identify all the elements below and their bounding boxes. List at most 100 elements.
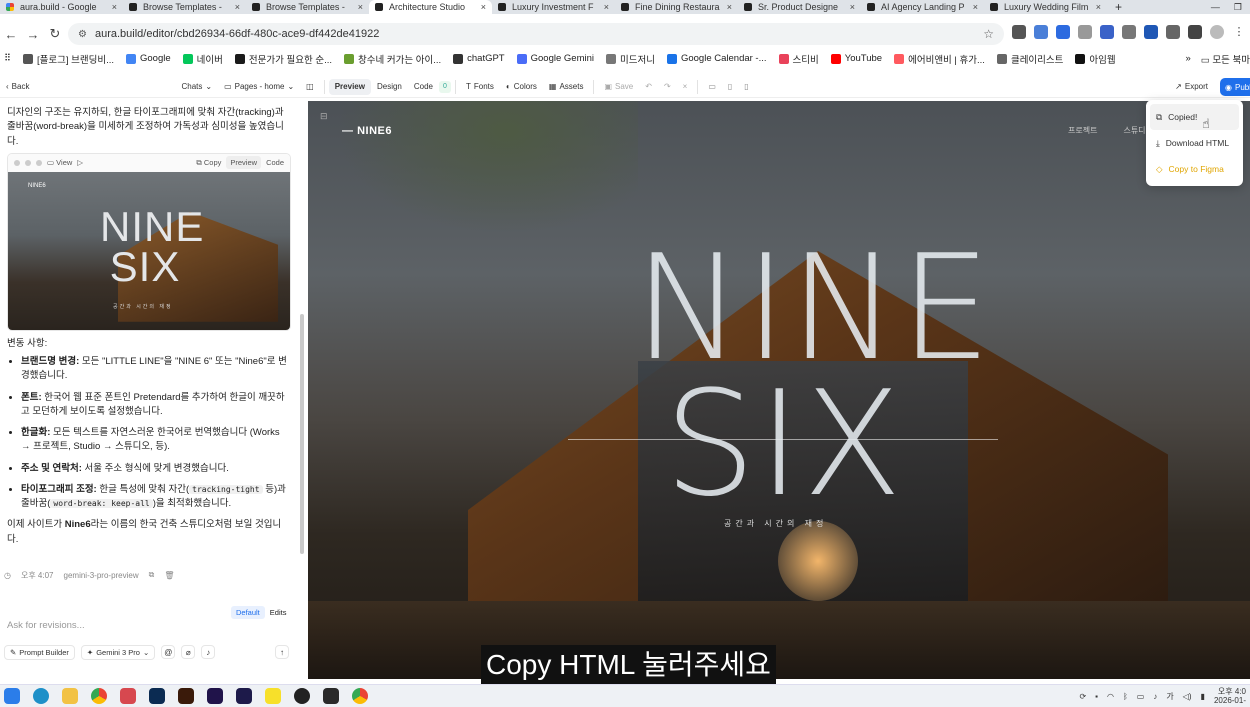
panel-toggle-icon[interactable]: ⊟ bbox=[320, 111, 328, 122]
close-tab-icon[interactable]: × bbox=[1096, 2, 1101, 12]
close-tab-icon[interactable]: × bbox=[481, 2, 486, 12]
model-select[interactable]: ✦ Gemini 3 Pro ⌄ bbox=[80, 644, 156, 660]
close-tab-icon[interactable]: × bbox=[604, 2, 609, 12]
wifi-icon[interactable]: ◠ bbox=[1107, 692, 1114, 701]
app-icon[interactable] bbox=[120, 688, 136, 704]
file-explorer-icon[interactable] bbox=[62, 688, 78, 704]
bookmark-item[interactable]: 미드저니 bbox=[606, 52, 655, 66]
bookmark-item[interactable]: Google Calendar -... bbox=[666, 53, 767, 64]
fonts-button[interactable]: T Fonts bbox=[460, 79, 500, 95]
prompt-builder-button[interactable]: ✎ Prompt Builder bbox=[4, 644, 75, 660]
scrollbar-thumb[interactable] bbox=[300, 314, 304, 554]
extension-icon[interactable] bbox=[1100, 25, 1114, 39]
chat-scrollbar[interactable] bbox=[299, 103, 305, 603]
sync-icon[interactable]: ⟳ bbox=[1079, 692, 1086, 701]
address-bar[interactable]: ⚙ aura.build/editor/cbd26934-66df-480c-a… bbox=[68, 23, 1004, 45]
chats-dropdown[interactable]: Chats ⌄ bbox=[175, 79, 218, 95]
bookmark-item[interactable]: 스티비 bbox=[778, 52, 819, 66]
tablet-view-icon[interactable]: ▯ bbox=[722, 79, 738, 95]
browser-tab[interactable]: Sr. Product Designe × bbox=[738, 0, 861, 14]
network-icon[interactable]: ▭ bbox=[1137, 692, 1145, 701]
bookmark-item[interactable]: [플로그] 브랜딩비... bbox=[22, 52, 114, 66]
more-menu-icon[interactable]: ⋮ bbox=[1232, 25, 1246, 39]
volume-icon[interactable]: ◁) bbox=[1183, 692, 1192, 701]
capcut-icon[interactable] bbox=[323, 688, 339, 704]
close-icon[interactable]: × bbox=[677, 79, 694, 95]
nvidia-icon[interactable]: ▪ bbox=[1095, 692, 1098, 701]
bookmark-item[interactable]: 클레이리스트 bbox=[996, 52, 1063, 66]
bookmark-item[interactable]: 창수네 커가는 아이... bbox=[344, 52, 441, 66]
bookmark-item[interactable]: 아임웹 bbox=[1075, 52, 1116, 66]
reload-icon[interactable]: ↻ bbox=[44, 26, 66, 42]
export-button[interactable]: ↗ Export bbox=[1169, 79, 1214, 95]
save-button[interactable]: ▣ Save bbox=[598, 79, 639, 95]
nav-link-studio[interactable]: 스튜디 bbox=[1123, 125, 1145, 136]
minimize-icon[interactable]: — bbox=[1211, 0, 1220, 14]
site-preview[interactable]: ⊟ — NINE6 프로젝트 스튜디 NINE SIX 공간과 시간의 재정 bbox=[308, 101, 1250, 679]
site-info-icon[interactable]: ⚙ bbox=[78, 29, 87, 40]
profile-avatar[interactable] bbox=[1210, 25, 1224, 39]
card-tab-preview[interactable]: Preview bbox=[226, 156, 262, 170]
kakaotalk-icon[interactable] bbox=[265, 688, 281, 704]
back-arrow-icon[interactable]: ← bbox=[0, 27, 22, 42]
colors-button[interactable]: ◐ Colors bbox=[500, 79, 543, 95]
bookmark-item[interactable]: 네이버 bbox=[182, 52, 223, 66]
bookmark-item[interactable]: chatGPT bbox=[453, 53, 505, 64]
publish-button[interactable]: ◉ Publ bbox=[1220, 78, 1250, 96]
browser-tab[interactable]: Browse Templates - × bbox=[246, 0, 369, 14]
edge-icon[interactable] bbox=[33, 688, 49, 704]
extension-icon[interactable] bbox=[1056, 25, 1070, 39]
illustrator-icon[interactable] bbox=[178, 688, 194, 704]
close-tab-icon[interactable]: × bbox=[973, 2, 978, 12]
bookmark-item[interactable]: YouTube bbox=[830, 53, 882, 64]
site-logo[interactable]: — NINE6 bbox=[342, 125, 392, 137]
camera-icon[interactable] bbox=[1078, 25, 1092, 39]
browser-tab[interactable]: Architecture Studio × bbox=[369, 0, 492, 14]
bluetooth-icon[interactable]: ᛒ bbox=[1123, 692, 1128, 701]
battery-icon[interactable]: ▮ bbox=[1201, 692, 1205, 701]
close-tab-icon[interactable]: × bbox=[358, 2, 363, 12]
copy-icon[interactable]: ⧉ bbox=[149, 570, 155, 580]
browser-tab[interactable]: Fine Dining Restaura × bbox=[615, 0, 738, 14]
extension-icon[interactable] bbox=[1034, 25, 1048, 39]
bookmark-item[interactable]: Google Gemini bbox=[516, 53, 594, 64]
extension-icon[interactable] bbox=[1144, 25, 1158, 39]
attach-icon[interactable]: ⌀ bbox=[181, 645, 196, 659]
all-bookmarks-folder[interactable]: ▭ 모든 북마 bbox=[1201, 52, 1250, 66]
media-icon[interactable] bbox=[1188, 25, 1202, 39]
bookmark-star-icon[interactable]: ☆ bbox=[983, 27, 994, 41]
chrome-icon[interactable] bbox=[91, 688, 107, 704]
tab-preview[interactable]: Preview bbox=[328, 78, 371, 95]
tab-code[interactable]: Code bbox=[408, 79, 439, 95]
tab-default[interactable]: Default bbox=[231, 606, 265, 619]
send-icon[interactable]: ↑ bbox=[275, 645, 289, 659]
bookmark-item[interactable]: 전문가가 필요한 순... bbox=[234, 52, 332, 66]
download-html-item[interactable]: ⤓ Download HTML bbox=[1150, 130, 1239, 156]
play-icon[interactable]: ▷ bbox=[77, 157, 83, 168]
bookmarks-overflow-icon[interactable]: » bbox=[1185, 53, 1190, 64]
card-tab-code[interactable]: Code bbox=[266, 157, 284, 168]
app-icon[interactable] bbox=[294, 688, 310, 704]
extension-icon[interactable] bbox=[1122, 25, 1136, 39]
browser-tab[interactable]: aura.build - Google × bbox=[0, 0, 123, 14]
puzzle-icon[interactable] bbox=[1166, 25, 1180, 39]
sidebar-toggle-icon[interactable]: ◫ bbox=[300, 79, 320, 95]
preview-thumbnail[interactable]: NINE6 NINE SIX 공간과 시간의 재정 bbox=[8, 171, 290, 330]
microphone-icon[interactable]: ♪ bbox=[201, 645, 216, 659]
at-mention-icon[interactable]: @ bbox=[161, 645, 176, 659]
system-clock[interactable]: 오후 4:0 2026-01- bbox=[1214, 687, 1246, 706]
close-tab-icon[interactable]: × bbox=[112, 2, 117, 12]
copy-button[interactable]: ⧉ Copy bbox=[196, 157, 221, 168]
microphone-icon[interactable]: ♪ bbox=[1153, 692, 1157, 701]
premiere-icon[interactable] bbox=[236, 688, 252, 704]
undo-icon[interactable]: ↶ bbox=[639, 79, 658, 95]
bookmark-item[interactable]: Google bbox=[126, 53, 171, 64]
copy-to-figma-item[interactable]: ◇ Copy to Figma bbox=[1150, 156, 1239, 182]
tab-edits[interactable]: Edits bbox=[265, 606, 292, 619]
mobile-view-icon[interactable]: ▯ bbox=[738, 79, 754, 95]
copy-html-item[interactable]: ⧉ Copied! bbox=[1150, 104, 1239, 130]
chrome-icon[interactable] bbox=[352, 688, 368, 704]
revision-input[interactable]: Ask for revisions... bbox=[0, 620, 297, 635]
browser-tab[interactable]: Browse Templates - × bbox=[123, 0, 246, 14]
close-tab-icon[interactable]: × bbox=[235, 2, 240, 12]
